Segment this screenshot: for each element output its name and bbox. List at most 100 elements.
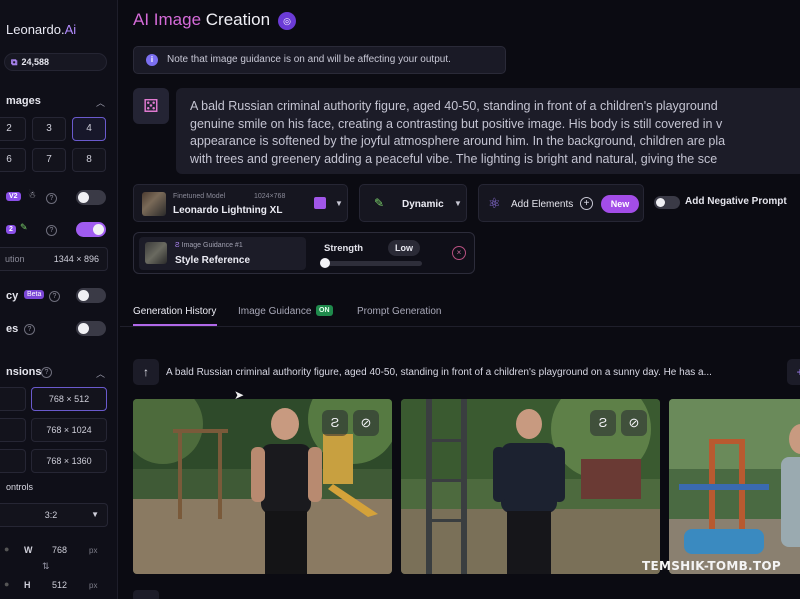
strength-slider-handle[interactable] <box>320 258 330 268</box>
guidance-card[interactable]: Ƨ Image Guidance #1 Style Reference <box>139 237 306 270</box>
guidance-type: Style Reference <box>175 255 251 266</box>
atom-icon: ⚛ <box>488 195 501 211</box>
transparency-toggle[interactable] <box>76 288 106 303</box>
model-edit-icon[interactable] <box>314 197 326 209</box>
page-title: AI Image Creation <box>133 10 271 29</box>
tiling-label: es <box>6 323 19 335</box>
alchemy-toggle[interactable] <box>76 222 106 237</box>
aspect-ratio-value: 3:2 <box>44 510 58 520</box>
width-label: W <box>24 545 33 555</box>
chevron-up-icon[interactable]: ︿ <box>96 96 105 109</box>
resolution-label: ution <box>5 254 25 264</box>
controls-section-title: ontrols <box>6 482 34 492</box>
generated-image-2[interactable]: Ƨ ⊘ <box>401 399 660 574</box>
app-logo[interactable]: Leonardo.Ai <box>6 22 76 37</box>
help-icon[interactable]: ? <box>24 324 35 335</box>
caret-down-icon: ▼ <box>335 199 343 208</box>
style-value: Dynamic <box>402 199 444 210</box>
negative-prompt-label[interactable]: Add Negative Prompt <box>685 196 787 207</box>
style-selector[interactable]: ✎ Dynamic ▼ <box>359 184 467 222</box>
remix-icon[interactable]: Ƨ <box>590 410 616 436</box>
generated-image-1[interactable]: Ƨ ⊘ <box>133 399 392 574</box>
tab-prompt-generation[interactable]: Prompt Generation <box>357 306 442 317</box>
reuse-prompt-arrow-up-icon[interactable]: ↑ <box>133 359 159 385</box>
strength-label: Strength <box>324 243 364 254</box>
image-count-2[interactable]: 2 <box>0 117 26 141</box>
dim-768x1024[interactable]: 768 × 1024 <box>31 418 107 442</box>
help-icon[interactable]: ? <box>46 225 57 236</box>
prompt-magic-toggle[interactable] <box>76 190 106 205</box>
resolution-value: 1344 × 896 <box>53 254 99 264</box>
model-thumbnail <box>142 192 166 216</box>
model-version-badge: 2 <box>6 225 16 234</box>
tab-generation-history[interactable]: Generation History <box>133 306 216 317</box>
strength-slider[interactable] <box>320 258 422 268</box>
remix-icon[interactable]: Ƨ <box>322 410 348 436</box>
prompt-line: appearance is softened by the joyful atm… <box>190 134 726 148</box>
beta-badge: Beta <box>24 290 45 299</box>
images-section-title: mages <box>6 95 41 107</box>
resolution-field[interactable]: ution 1344 × 896 <box>0 247 108 271</box>
chevron-up-icon[interactable]: ︿ <box>96 367 105 380</box>
generated-image-3[interactable] <box>669 399 800 574</box>
history-prompt-text[interactable]: A bald Russian criminal authority figure… <box>166 367 712 378</box>
add-elements-label: Add Elements <box>511 199 574 210</box>
image-count-7[interactable]: 7 <box>32 148 66 172</box>
caret-down-icon: ▼ <box>91 510 99 519</box>
dimensions-section-title: nsions <box>6 366 42 378</box>
image-count-3[interactable]: 3 <box>32 117 66 141</box>
model-caption: Finetuned Model <box>173 193 226 200</box>
dimension-preset-left[interactable] <box>0 387 26 411</box>
dimension-preset-left[interactable] <box>0 449 26 473</box>
robot-icon: ☃ <box>28 190 37 200</box>
swap-icon[interactable]: ⇅ <box>42 561 50 572</box>
hide-eye-icon[interactable]: ⊘ <box>621 410 647 436</box>
tab-image-guidance[interactable]: Image Guidance <box>238 306 311 317</box>
height-label: H <box>24 580 31 590</box>
dim-768x512[interactable]: 768 × 512 <box>31 387 107 411</box>
active-tab-indicator <box>133 324 217 326</box>
image-guidance-panel: Ƨ Image Guidance #1 Style Reference Stre… <box>133 232 475 274</box>
prompt-line: with trees and greenery adding a peacefu… <box>190 151 718 166</box>
hide-eye-icon[interactable]: ⊘ <box>353 410 379 436</box>
model-size: 1024×768 <box>254 193 286 200</box>
transparency-label: cy <box>6 290 19 302</box>
generated-image-3-art <box>669 399 800 574</box>
caret-down-icon: ▼ <box>454 199 462 208</box>
scroll-bottom-button[interactable] <box>133 590 159 599</box>
add-icon[interactable]: + <box>787 359 800 385</box>
tabs-divider <box>120 326 800 327</box>
strength-level[interactable]: Low <box>388 240 420 256</box>
watermark-text: TEMSHIK-TOMB.TOP <box>642 559 781 573</box>
height-input[interactable]: 512 <box>52 580 67 590</box>
new-badge: New <box>601 195 639 213</box>
help-icon[interactable]: ? <box>46 193 57 204</box>
width-input[interactable]: 768 <box>52 545 67 555</box>
image-count-6[interactable]: 6 <box>0 148 26 172</box>
aspect-ratio-select[interactable]: 3:2 ▼ <box>0 503 108 527</box>
tiling-toggle[interactable] <box>76 321 106 336</box>
prompt-line: A bald Russian criminal authority figure… <box>190 99 718 113</box>
dim-768x1360[interactable]: 768 × 1360 <box>31 449 107 473</box>
dimension-preset-left[interactable] <box>0 418 26 442</box>
add-elements-button[interactable]: ⚛ Add Elements + New <box>478 184 644 222</box>
prompt-input[interactable]: A bald Russian criminal authority figure… <box>176 88 800 174</box>
brush-icon: ✎ <box>20 222 28 232</box>
remove-guidance-close-icon[interactable]: × <box>452 246 466 260</box>
random-prompt-dice-icon[interactable]: ⚄ <box>133 88 169 124</box>
guidance-on-badge: ON <box>316 305 333 316</box>
guidance-icon: Ƨ <box>175 242 180 249</box>
guidance-thumbnail <box>145 242 167 264</box>
help-icon[interactable]: ? <box>41 367 52 378</box>
help-icon[interactable]: ? <box>49 291 60 302</box>
model-selector[interactable]: Finetuned Model 1024×768 Leonardo Lightn… <box>133 184 348 222</box>
lock-dot: ● <box>4 579 10 589</box>
image-count-8[interactable]: 8 <box>72 148 106 172</box>
height-unit: px <box>89 581 98 590</box>
token-icon: ⧉ <box>11 57 18 67</box>
token-balance[interactable]: ⧉ 24,588 <box>4 53 107 71</box>
image-count-4[interactable]: 4 <box>72 117 106 141</box>
brush-icon: ✎ <box>374 196 385 210</box>
negative-prompt-toggle[interactable] <box>654 196 680 209</box>
settings-badge-icon[interactable]: ◎ <box>278 12 296 30</box>
